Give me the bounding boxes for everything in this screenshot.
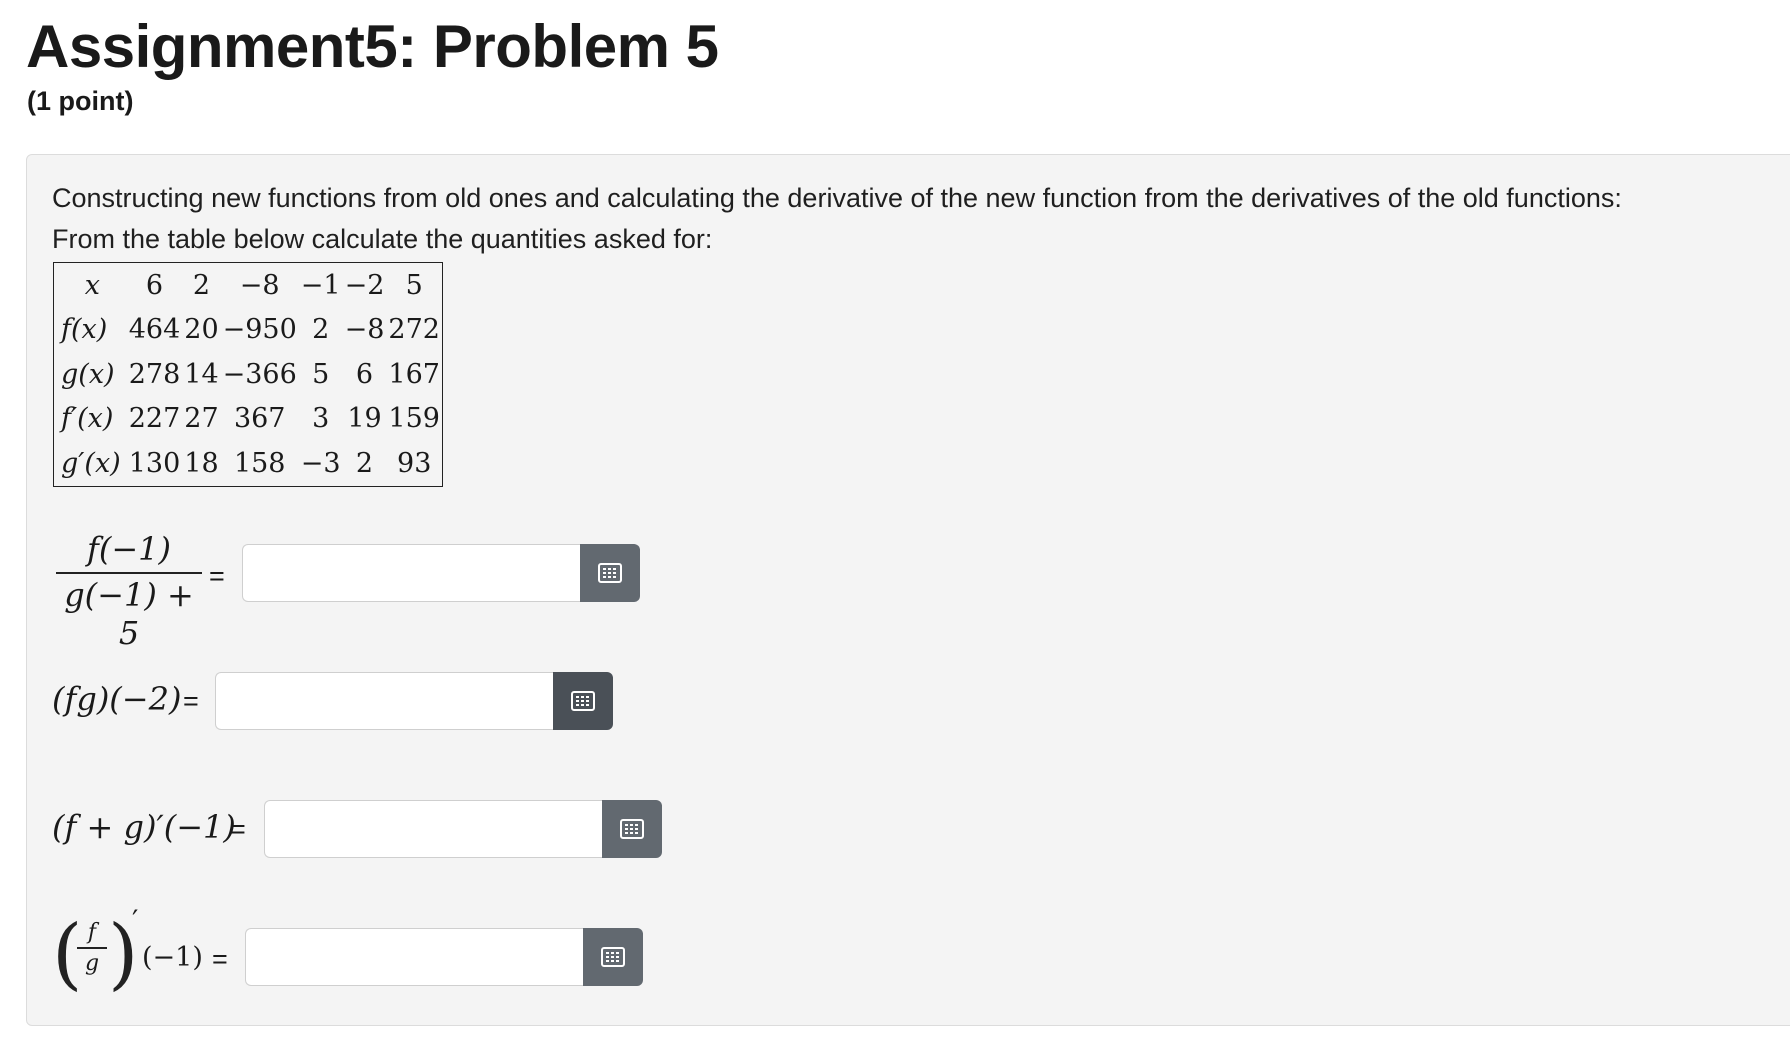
equals-sign: = — [212, 944, 228, 974]
table-cell: −2 — [344, 269, 385, 301]
point-value: (1 point) — [27, 86, 134, 116]
table-row: x 6 2 −8 −1 −2 5 — [54, 263, 443, 308]
table-cell: 159 — [388, 403, 440, 435]
keypad-icon — [571, 691, 595, 711]
table-cell: 227 — [128, 403, 181, 435]
page-title: Assignment5: Problem 5 — [26, 13, 719, 80]
equals-sign: = — [230, 814, 246, 844]
question-4-keypad-button[interactable] — [583, 928, 643, 986]
question-1-answer-input[interactable] — [242, 544, 580, 602]
question-1-denominator: g(−1) + 5 — [64, 576, 194, 652]
table-cell: −366 — [222, 358, 297, 390]
table-row: f′(x) 227 27 367 3 19 159 — [54, 397, 443, 442]
table-cell: 464 — [128, 314, 181, 346]
question-1-label: f(−1) g(−1) + 5 — [56, 530, 202, 652]
table-cell: 2 — [312, 314, 330, 346]
question-1-keypad-button[interactable] — [580, 544, 640, 602]
table-cell: −3 — [300, 447, 341, 479]
question-4-frac-denominator: g — [84, 951, 100, 976]
table-cell: −1 — [300, 269, 341, 301]
table-row-label: g(x) — [61, 358, 115, 390]
table-cell: 14 — [184, 358, 219, 390]
keypad-icon — [601, 947, 625, 967]
table-cell: 20 — [184, 314, 219, 346]
table-cell: 367 — [233, 403, 286, 435]
table-cell: 3 — [312, 403, 330, 435]
table-row: f(x) 464 20 −950 2 −8 272 — [54, 308, 443, 353]
table-cell: 2 — [355, 447, 374, 479]
prime-mark: ′ — [132, 904, 139, 937]
question-3-answer-input[interactable] — [264, 800, 602, 858]
question-1-numerator: f(−1) — [87, 530, 171, 568]
equals-sign: = — [209, 561, 225, 591]
table-cell: 158 — [233, 447, 286, 479]
table-cell: 167 — [388, 358, 440, 390]
table-cell: 2 — [192, 269, 211, 301]
table-row: g′(x) 130 18 158 −3 2 93 — [54, 441, 443, 486]
question-2-keypad-button[interactable] — [553, 672, 613, 730]
table-row-label: f′(x) — [61, 403, 114, 435]
problem-instruction: From the table below calculate the quant… — [52, 224, 713, 254]
table-row: g(x) 278 14 −366 5 6 167 — [54, 352, 443, 397]
table-cell: 130 — [128, 447, 181, 479]
table-cell: 6 — [145, 269, 164, 301]
question-3-answer-group — [264, 800, 662, 858]
fraction-bar — [77, 947, 107, 949]
table-cell: 278 — [128, 358, 181, 390]
table-cell: 18 — [184, 447, 219, 479]
table-cell: 6 — [355, 358, 374, 390]
table-cell: 27 — [184, 403, 219, 435]
table-row-label: f(x) — [61, 314, 108, 346]
table-cell: −8 — [344, 314, 385, 346]
table-cell: −950 — [222, 314, 297, 346]
question-4-frac-numerator: f — [87, 920, 97, 945]
table-cell: 19 — [347, 403, 382, 435]
problem-intro: Constructing new functions from old ones… — [52, 183, 1622, 213]
question-4-answer-group — [245, 928, 643, 986]
equals-sign: = — [183, 686, 199, 716]
question-4-answer-input[interactable] — [245, 928, 583, 986]
table-cell: 93 — [397, 447, 432, 479]
keypad-icon — [620, 819, 644, 839]
table-row-label: g′(x) — [61, 447, 121, 479]
table-header-label: x — [84, 269, 100, 301]
question-2-label: (fg)(−2) — [52, 680, 182, 718]
table-cell: 5 — [405, 269, 423, 301]
question-2-answer-input[interactable] — [215, 672, 553, 730]
question-3-label: (f + g)′(−1) — [52, 808, 236, 846]
question-2-answer-group — [215, 672, 613, 730]
function-value-table: x 6 2 −8 −1 −2 5 f(x) 464 20 −950 2 −8 2… — [53, 262, 443, 487]
question-3-keypad-button[interactable] — [602, 800, 662, 858]
keypad-icon — [598, 563, 622, 583]
question-1-answer-group — [242, 544, 640, 602]
table-cell: 5 — [312, 358, 330, 390]
table-cell: 272 — [388, 314, 440, 346]
question-4-fraction: f g — [77, 920, 107, 976]
table-cell: −8 — [239, 269, 280, 301]
question-4-argument: (−1) — [142, 942, 203, 973]
